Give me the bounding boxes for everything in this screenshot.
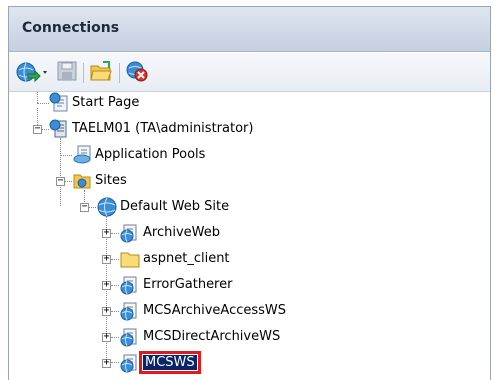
tree-node-errorgatherer[interactable]: ErrorGatherer <box>119 274 369 296</box>
tree-connector <box>37 103 49 104</box>
tree-node-application-pools[interactable]: Application Pools <box>72 144 272 166</box>
tree-node-mcsarchiveaccessws[interactable]: MCSArchiveAccessWS <box>119 300 369 322</box>
open-button[interactable] <box>89 60 113 82</box>
globe-connect-icon <box>16 62 47 83</box>
tree-node-aspnet-client[interactable]: aspnet_client <box>119 248 369 270</box>
save-button[interactable] <box>57 60 77 82</box>
toolbar-separator <box>119 63 120 83</box>
expand-toggle[interactable]: + <box>102 254 111 264</box>
app-pools-icon <box>73 145 91 164</box>
tree-connector <box>111 285 119 286</box>
expand-toggle[interactable]: + <box>102 332 111 342</box>
sites-folder-icon <box>73 174 91 189</box>
tree-connector <box>60 155 72 156</box>
expand-toggle[interactable]: + <box>102 306 111 316</box>
tree-connector <box>60 138 61 206</box>
expand-toggle[interactable]: + <box>102 358 111 368</box>
tree-node-label: MCSArchiveAccessWS <box>143 303 287 318</box>
tree-connector <box>111 259 119 260</box>
toolbar <box>9 53 490 92</box>
collapse-toggle[interactable]: − <box>33 124 42 134</box>
server-icon <box>49 119 67 138</box>
tree-node-label: MCSWS <box>139 351 201 374</box>
folder-icon <box>120 252 140 268</box>
disconnect-button[interactable] <box>125 60 149 82</box>
save-icon <box>57 61 77 81</box>
tree-connector <box>111 311 119 312</box>
globe-icon <box>97 197 117 217</box>
panel-title: Connections <box>9 7 490 52</box>
disconnect-icon <box>126 61 148 82</box>
tree-node-mcsws[interactable]: MCSWS <box>119 351 369 374</box>
tree-node-label: ArchiveWeb <box>143 225 220 240</box>
collapse-toggle[interactable]: − <box>80 202 89 212</box>
tree-connector <box>89 207 96 208</box>
tree-node-label: MCSDirectArchiveWS <box>143 329 281 344</box>
tree-node-server[interactable]: TAELM01 (TA\administrator) <box>49 118 349 140</box>
start-page-icon <box>49 92 68 112</box>
web-app-icon <box>120 224 137 243</box>
expand-toggle[interactable]: + <box>102 228 111 238</box>
tree-node-start-page[interactable]: Start Page <box>49 92 249 114</box>
tree-connector <box>37 92 38 103</box>
connect-button[interactable] <box>15 60 49 84</box>
tree-connector <box>111 337 119 338</box>
tree-node-default-web-site[interactable]: Default Web Site <box>96 196 296 218</box>
tree-connector <box>65 181 72 182</box>
open-folder-icon <box>90 61 112 81</box>
tree-connector <box>42 129 49 130</box>
web-app-icon <box>120 354 137 373</box>
toolbar-separator <box>83 63 84 83</box>
web-app-icon <box>120 328 137 347</box>
connections-tree: Start Page − TAELM01 (TA\administrator) … <box>9 92 490 380</box>
web-app-icon <box>120 302 137 321</box>
tree-node-archiveweb[interactable]: ArchiveWeb <box>119 222 369 244</box>
expand-toggle[interactable]: + <box>102 280 111 290</box>
tree-node-sites[interactable]: Sites <box>72 170 272 192</box>
tree-node-label: aspnet_client <box>143 251 230 266</box>
tree-connector <box>111 233 119 234</box>
tree-node-label: ErrorGatherer <box>143 277 233 292</box>
web-app-icon <box>120 276 137 295</box>
collapse-toggle[interactable]: − <box>56 176 65 186</box>
tree-connector <box>111 362 119 363</box>
tree-node-mcsdirectarchivews[interactable]: MCSDirectArchiveWS <box>119 326 369 348</box>
connections-panel: Connections Start Page − TAELM01 (TA\adm… <box>8 6 491 380</box>
